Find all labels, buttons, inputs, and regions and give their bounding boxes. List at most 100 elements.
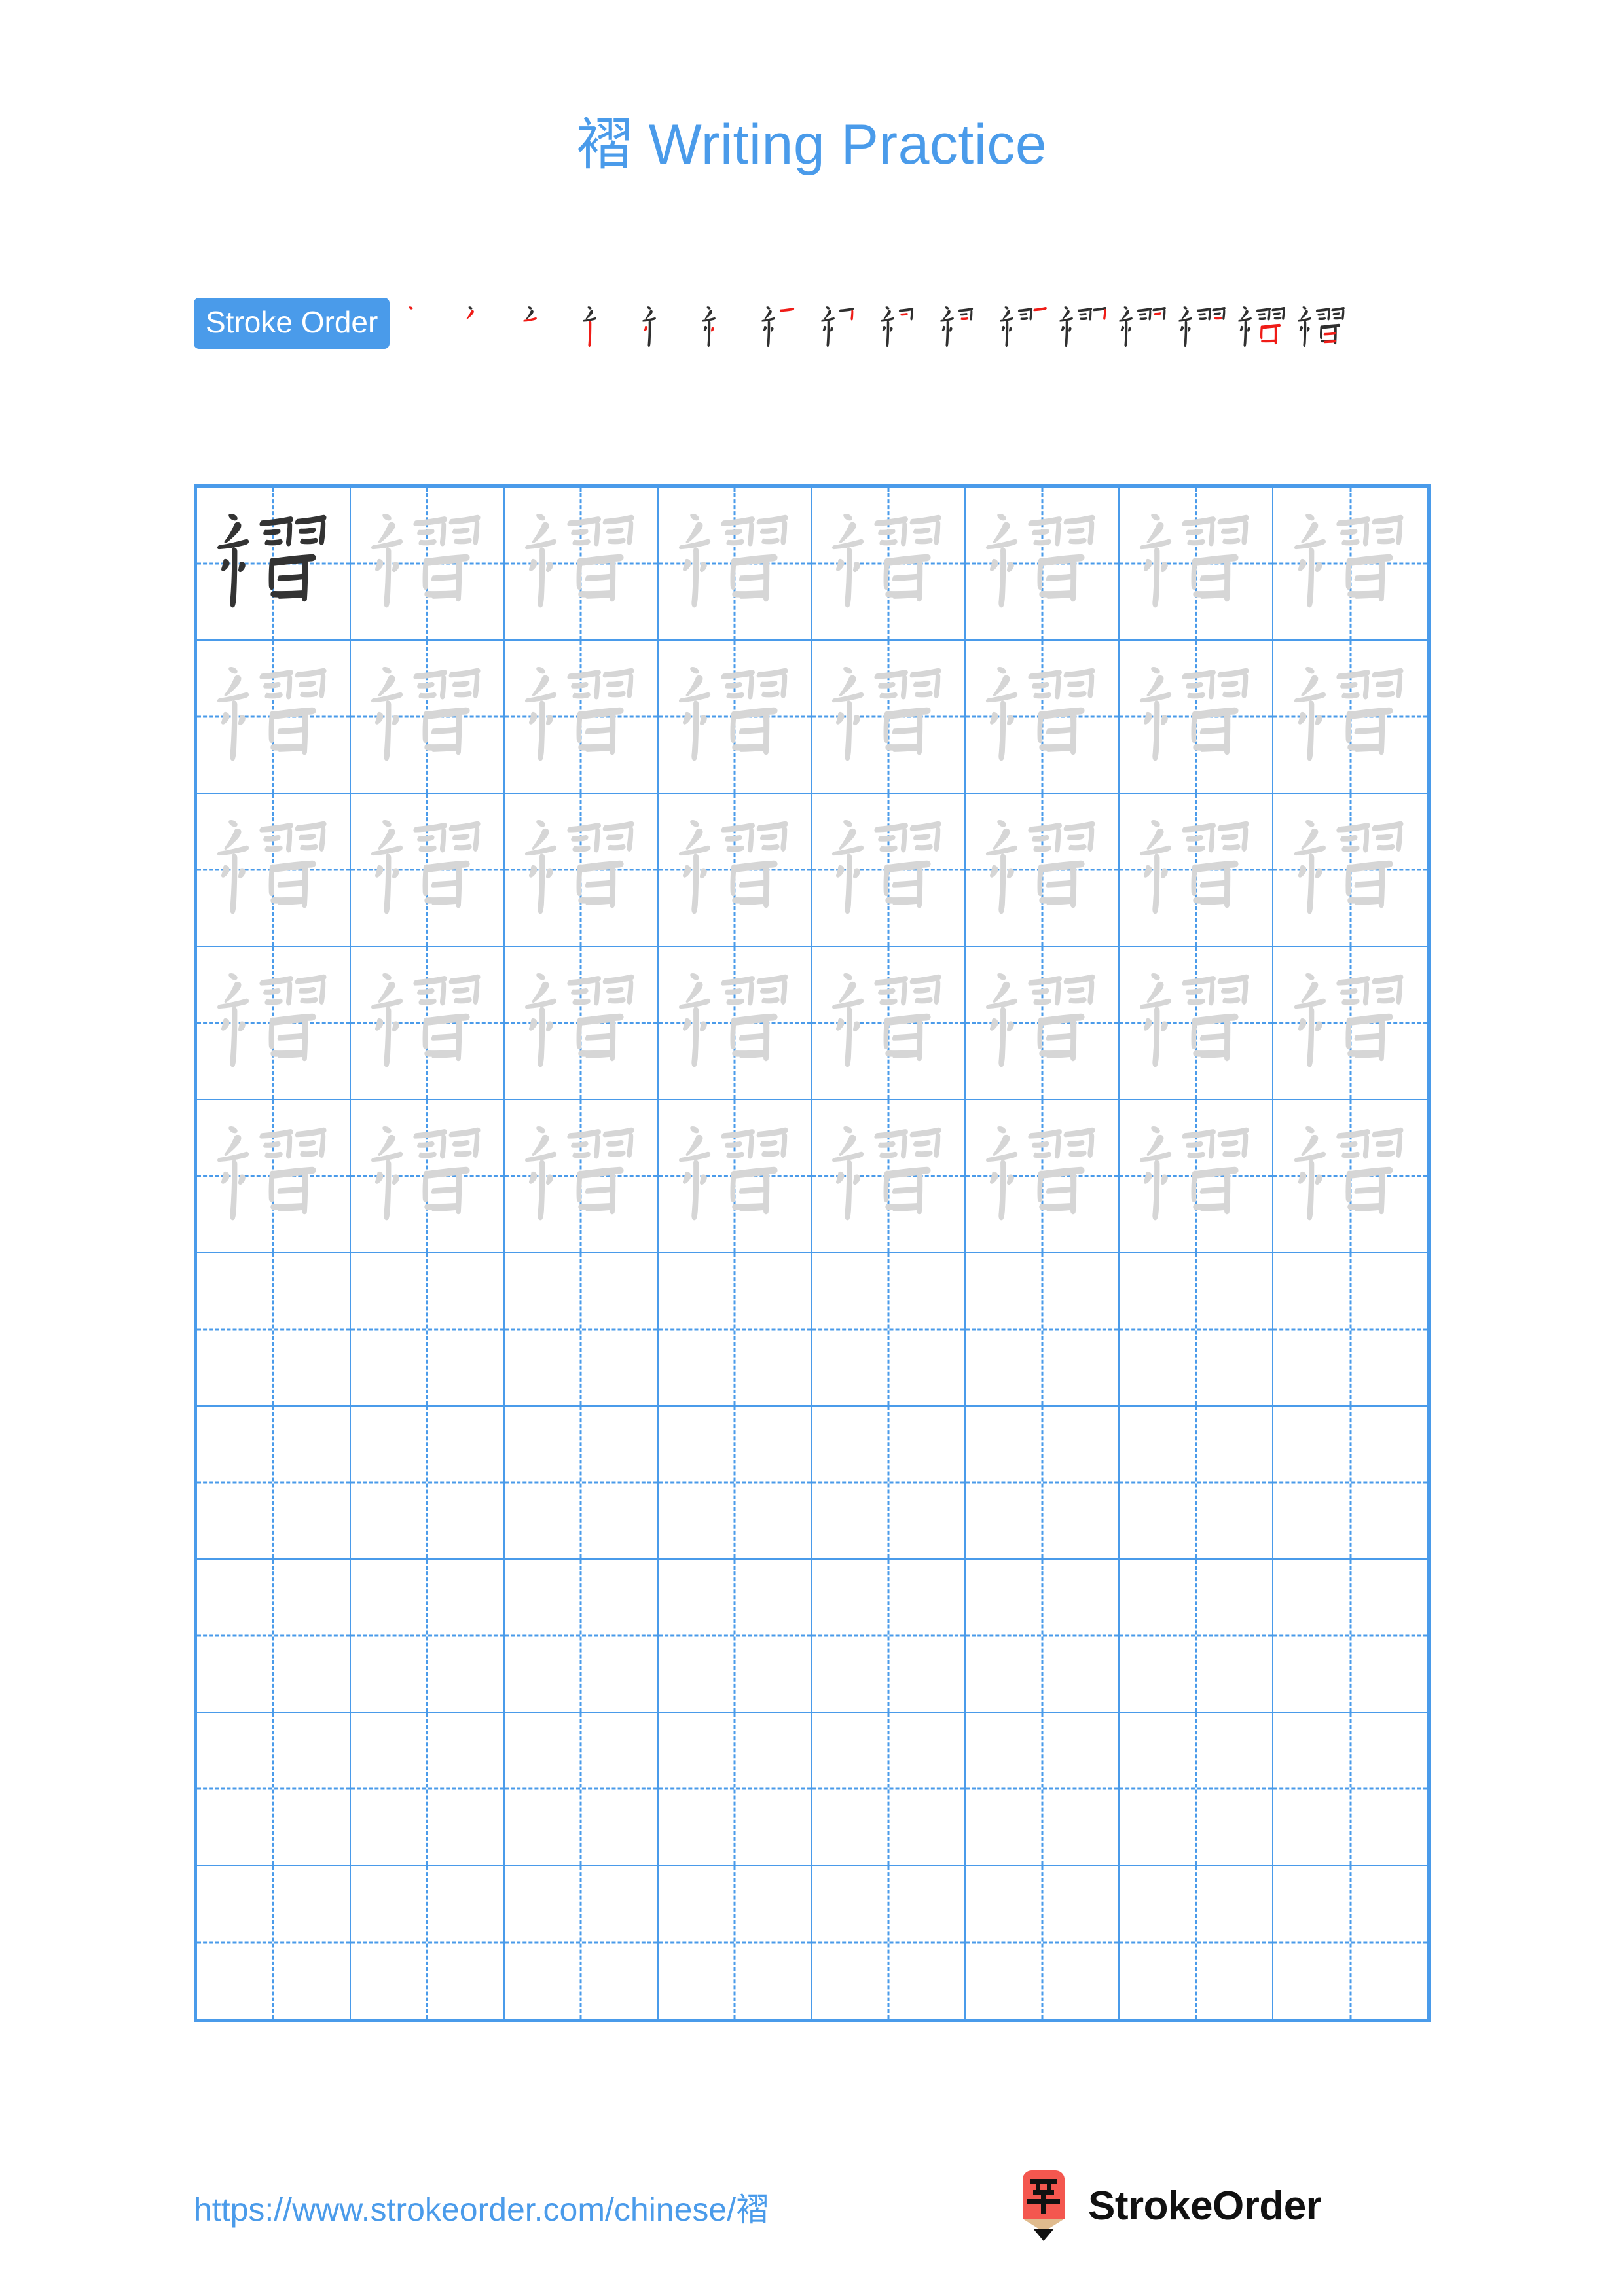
character-glyph xyxy=(217,973,327,1067)
character-glyph xyxy=(678,666,788,761)
practice-cell-blank[interactable] xyxy=(812,1713,966,1866)
practice-cell-trace[interactable] xyxy=(812,488,966,641)
practice-cell-trace[interactable] xyxy=(1120,641,1274,794)
practice-cell-blank[interactable] xyxy=(197,1713,351,1866)
practice-cell-blank[interactable] xyxy=(658,1407,812,1560)
practice-cell-blank[interactable] xyxy=(658,1253,812,1407)
practice-cell-trace[interactable] xyxy=(1273,947,1427,1100)
practice-cell-trace[interactable] xyxy=(966,1100,1120,1253)
practice-cell-blank[interactable] xyxy=(1273,1407,1427,1560)
practice-cell-trace[interactable] xyxy=(197,641,351,794)
previous-stroke xyxy=(1273,312,1281,315)
practice-cell-blank[interactable] xyxy=(1120,1560,1274,1713)
practice-cell-trace[interactable] xyxy=(1273,488,1427,641)
practice-cell-trace[interactable] xyxy=(812,794,966,947)
practice-cell-blank[interactable] xyxy=(812,1866,966,2019)
practice-cell-blank[interactable] xyxy=(351,1866,505,2019)
practice-cell-blank[interactable] xyxy=(812,1253,966,1407)
previous-stroke xyxy=(1318,317,1326,321)
character-glyph xyxy=(371,973,481,1067)
character-glyph xyxy=(1294,666,1404,761)
practice-cell-blank[interactable] xyxy=(1120,1713,1274,1866)
practice-cell-blank[interactable] xyxy=(966,1253,1120,1407)
practice-cell-blank[interactable] xyxy=(197,1560,351,1713)
practice-cell-trace[interactable] xyxy=(504,488,659,641)
practice-cell-blank[interactable] xyxy=(966,1713,1120,1866)
practice-cell-trace[interactable] xyxy=(197,947,351,1100)
practice-cell-trace[interactable] xyxy=(350,947,505,1100)
practice-cell-blank[interactable] xyxy=(504,1253,659,1407)
previous-stroke xyxy=(1222,308,1226,320)
practice-cell-trace[interactable] xyxy=(1120,1100,1274,1253)
practice-cell-blank[interactable] xyxy=(658,1560,812,1713)
practice-cell-model[interactable] xyxy=(197,488,351,641)
practice-cell-blank[interactable] xyxy=(812,1407,966,1560)
practice-cell-trace[interactable] xyxy=(350,1100,505,1253)
practice-cell-trace[interactable] xyxy=(658,1100,812,1253)
previous-stroke xyxy=(886,321,890,347)
footer-url-link[interactable]: https://www.strokeorder.com/chinese/褶 xyxy=(194,2183,769,2231)
practice-cell-trace[interactable] xyxy=(504,1100,659,1253)
practice-cell-blank[interactable] xyxy=(350,1253,505,1407)
practice-cell-blank[interactable] xyxy=(659,1866,812,2019)
brand-logo[interactable]: StrokeOrder xyxy=(1013,2170,1322,2241)
practice-cell-trace[interactable] xyxy=(1120,488,1274,641)
practice-cell-trace[interactable] xyxy=(504,641,659,794)
practice-cell-blank[interactable] xyxy=(1120,1253,1274,1407)
stroke-step-glyph xyxy=(1297,306,1345,347)
previous-stroke xyxy=(704,310,712,319)
practice-cell-trace[interactable] xyxy=(197,794,351,947)
practice-cell-blank[interactable] xyxy=(1273,1253,1427,1407)
practice-cell-trace[interactable] xyxy=(504,794,659,947)
practice-cell-trace[interactable] xyxy=(197,1100,351,1253)
practice-cell-trace[interactable] xyxy=(504,947,659,1100)
practice-cell-trace[interactable] xyxy=(658,488,812,641)
practice-cell-trace[interactable] xyxy=(658,641,812,794)
new-stroke xyxy=(409,306,413,310)
practice-cell-trace[interactable] xyxy=(812,641,966,794)
practice-cell-blank[interactable] xyxy=(197,1407,351,1560)
practice-cell-trace[interactable] xyxy=(350,488,505,641)
practice-cell-blank[interactable] xyxy=(1120,1866,1274,2019)
practice-cell-blank[interactable] xyxy=(350,1407,505,1560)
previous-stroke xyxy=(706,306,711,310)
practice-cell-trace[interactable] xyxy=(350,641,505,794)
practice-cell-blank[interactable] xyxy=(966,1407,1120,1560)
practice-cell-blank[interactable] xyxy=(1273,1560,1427,1713)
practice-cell-blank[interactable] xyxy=(197,1253,351,1407)
practice-cell-blank[interactable] xyxy=(658,1713,812,1866)
practice-cell-trace[interactable] xyxy=(812,947,966,1100)
practice-cell-trace[interactable] xyxy=(658,794,812,947)
practice-cell-trace[interactable] xyxy=(1120,947,1274,1100)
new-stroke xyxy=(710,327,714,332)
practice-cell-blank[interactable] xyxy=(1120,1407,1274,1560)
practice-cell-trace[interactable] xyxy=(1273,794,1427,947)
practice-cell-trace[interactable] xyxy=(658,947,812,1100)
practice-cell-trace[interactable] xyxy=(966,794,1120,947)
previous-stroke xyxy=(1302,306,1307,310)
practice-cell-blank[interactable] xyxy=(966,1866,1120,2019)
practice-cell-blank[interactable] xyxy=(1273,1866,1427,2019)
cell-character xyxy=(812,488,965,639)
previous-stroke xyxy=(1029,309,1032,321)
practice-cell-blank[interactable] xyxy=(505,1866,659,2019)
practice-cell-blank[interactable] xyxy=(966,1560,1120,1713)
practice-cell-blank[interactable] xyxy=(504,1713,659,1866)
previous-stroke xyxy=(1281,308,1285,320)
practice-cell-trace[interactable] xyxy=(966,641,1120,794)
practice-cell-trace[interactable] xyxy=(966,947,1120,1100)
practice-cell-trace[interactable] xyxy=(1120,794,1274,947)
practice-cell-blank[interactable] xyxy=(504,1560,659,1713)
practice-cell-trace[interactable] xyxy=(1273,1100,1427,1253)
practice-cell-blank[interactable] xyxy=(350,1713,505,1866)
practice-cell-blank[interactable] xyxy=(1273,1713,1427,1866)
practice-cell-trace[interactable] xyxy=(350,794,505,947)
practice-cell-trace[interactable] xyxy=(1273,641,1427,794)
practice-cell-blank[interactable] xyxy=(812,1560,966,1713)
practice-cell-trace[interactable] xyxy=(966,488,1120,641)
practice-grid[interactable] xyxy=(194,484,1431,2022)
practice-cell-blank[interactable] xyxy=(197,1866,351,2019)
practice-cell-blank[interactable] xyxy=(504,1407,659,1560)
practice-cell-blank[interactable] xyxy=(350,1560,505,1713)
practice-cell-trace[interactable] xyxy=(812,1100,966,1253)
